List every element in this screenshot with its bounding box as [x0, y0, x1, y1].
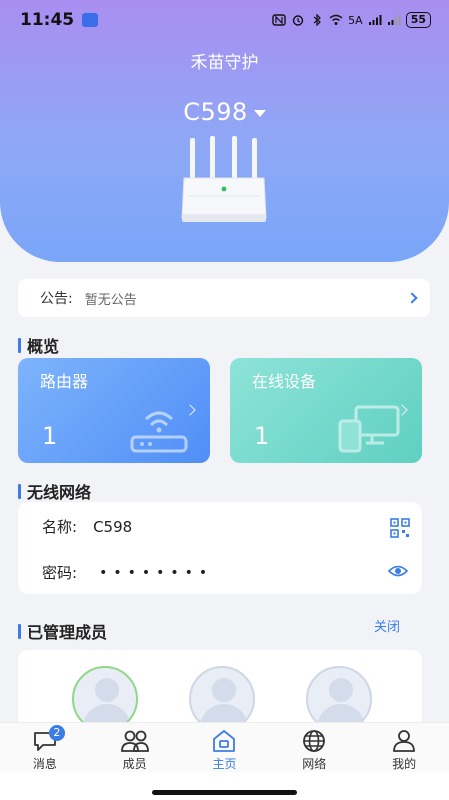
bluetooth-icon — [313, 14, 322, 26]
nav-label: 网络 — [302, 757, 327, 771]
devices-icon — [338, 405, 400, 453]
eye-icon[interactable] — [388, 564, 408, 578]
wireless-info-card: 名称: C598 密码: •••••••• — [18, 502, 422, 594]
devices-card-title: 在线设备 — [252, 372, 317, 391]
section-marker — [18, 483, 21, 499]
router-card-title: 路由器 — [40, 372, 89, 391]
nav-network[interactable]: 网络 — [274, 723, 354, 772]
nav-home[interactable]: 主页 — [184, 723, 264, 772]
overview-section-title: 概览 — [18, 333, 59, 357]
wifi-status-icon — [329, 14, 343, 25]
wifi-password-row: 密码: •••••••• — [42, 562, 213, 583]
nav-label: 我的 — [392, 757, 417, 771]
router-image — [181, 136, 267, 222]
member-avatar[interactable] — [72, 666, 138, 730]
person-icon — [329, 678, 353, 702]
router-count: 1 — [42, 422, 58, 450]
wifi-password-value: •••••••• — [99, 564, 214, 581]
person-icon — [212, 678, 236, 702]
members-icon — [120, 730, 149, 752]
nav-profile[interactable]: 我的 — [364, 723, 444, 772]
member-avatar[interactable] — [306, 666, 372, 730]
wireless-section-title: 无线网络 — [18, 479, 91, 503]
device-name: C598 — [183, 98, 248, 126]
notice-text: 暂无公告 — [84, 292, 137, 308]
member-avatar[interactable] — [189, 666, 255, 730]
caret-down-icon — [253, 109, 266, 117]
battery-indicator: 55 — [405, 12, 431, 28]
system-gesture-area — [0, 772, 449, 800]
alarm-icon — [292, 15, 304, 26]
nav-label: 主页 — [212, 757, 237, 771]
close-members-link[interactable]: 关闭 — [374, 616, 400, 635]
person-icon — [95, 678, 119, 702]
status-time: 11:45 — [20, 10, 75, 30]
overview-title: 概览 — [27, 337, 60, 356]
app-notification-icon — [82, 13, 99, 27]
bottom-navigation: 2 消息 成员 主页 网络 我的 — [0, 722, 449, 772]
wifi-password-label: 密码: — [42, 564, 78, 582]
status-bar: 11:45 5A 55 — [0, 0, 449, 40]
profile-icon — [393, 730, 415, 752]
notice-label: 公告: — [40, 291, 73, 307]
section-marker — [18, 623, 21, 639]
online-devices-card[interactable]: 在线设备 1 — [230, 358, 422, 463]
signal-secondary-icon — [387, 15, 401, 25]
qr-code-icon[interactable] — [390, 518, 410, 538]
signal-icon — [368, 15, 382, 25]
home-icon — [213, 730, 236, 752]
nav-messages[interactable]: 2 消息 — [5, 723, 85, 772]
wifi-name-label: 名称: — [42, 518, 78, 536]
nfc-icon — [272, 14, 286, 26]
device-selector[interactable]: C598 — [0, 98, 449, 126]
devices-count: 1 — [254, 422, 270, 450]
section-marker — [18, 337, 21, 353]
wifi-name-value: C598 — [93, 517, 133, 536]
members-section-title: 已管理成员 — [18, 619, 107, 643]
nav-label: 成员 — [122, 757, 147, 771]
members-title: 已管理成员 — [27, 623, 108, 642]
app-title: 禾苗守护 — [190, 53, 259, 73]
globe-icon — [303, 730, 326, 752]
router-card[interactable]: 路由器 1 — [18, 358, 210, 463]
nav-members[interactable]: 成员 — [95, 723, 175, 772]
message-badge: 2 — [48, 725, 65, 741]
chevron-right-icon — [406, 292, 418, 304]
router-icon — [130, 411, 188, 453]
nav-label: 消息 — [32, 757, 57, 771]
wireless-title: 无线网络 — [27, 483, 92, 502]
members-list — [18, 650, 422, 730]
wifi-name-row: 名称: C598 — [42, 516, 132, 537]
home-indicator-bar[interactable] — [152, 790, 297, 795]
network-type-label: 5A — [348, 13, 363, 27]
notice-bar[interactable]: 公告: 暂无公告 — [18, 279, 430, 317]
